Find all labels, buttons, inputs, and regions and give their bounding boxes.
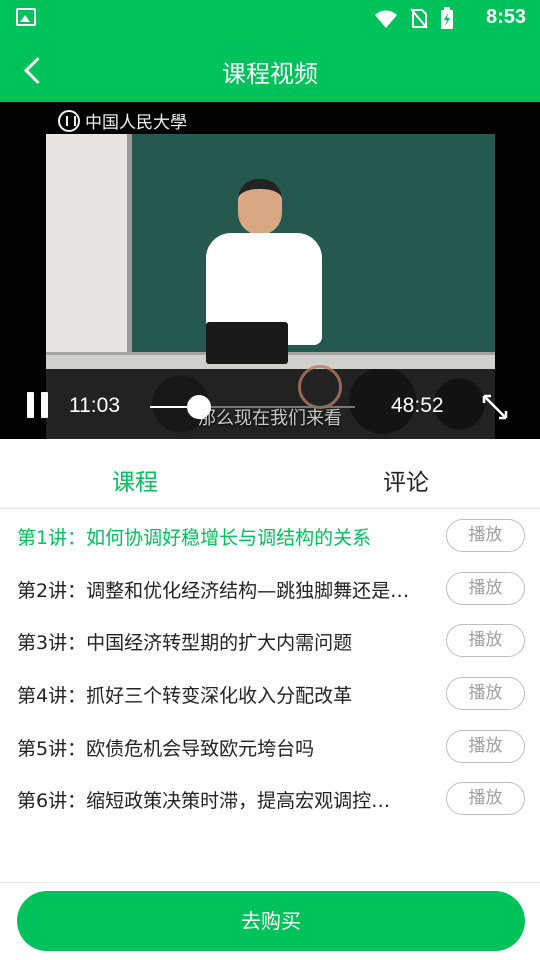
classroom-wall [46, 134, 132, 354]
university-watermark: 中国人民大學 [58, 108, 187, 133]
no-sim-icon [410, 8, 428, 29]
laptop [206, 322, 288, 364]
lesson-item-3[interactable]: 第3讲：中国经济转型期的扩大内需问题 播放 [0, 614, 540, 666]
current-time: 11:03 [69, 394, 120, 417]
play-button[interactable]: 播放 [446, 782, 525, 815]
lesson-title: 第3讲：中国经济转型期的扩大内需问题 [17, 632, 353, 654]
watermark-text: 中国人民大學 [85, 113, 187, 133]
seek-thumb[interactable] [187, 395, 212, 419]
lesson-title: 第6讲：缩短政策决策时滞，提高宏观调控… [17, 790, 391, 812]
player-controls: 11:03 48:52 [0, 384, 540, 428]
footer-divider [0, 882, 540, 883]
tab-comments[interactable]: 评论 [383, 463, 429, 497]
wifi-icon [375, 10, 397, 28]
status-time: 8:53 [485, 6, 526, 28]
lesson-title: 第5讲：欧债危机会导致欧元垮台吗 [17, 738, 315, 760]
fullscreen-button[interactable] [480, 392, 510, 422]
app-bar: 课程视频 [0, 36, 540, 102]
video-player[interactable]: 中国人民大學 那么现在我们来看 11:03 48:52 [0, 102, 540, 439]
play-button[interactable]: 播放 [446, 572, 525, 605]
tab-course[interactable]: 课程 [112, 463, 158, 497]
status-bar: 8:53 [0, 0, 540, 36]
university-seal-icon [58, 109, 80, 132]
status-icons [374, 7, 454, 30]
lesson-item-4[interactable]: 第4讲：抓好三个转变深化收入分配改革 播放 [0, 667, 540, 719]
page-title: 课程视频 [222, 60, 318, 88]
gallery-icon [16, 8, 36, 26]
lesson-title: 第4讲：抓好三个转变深化收入分配改革 [17, 685, 353, 707]
play-button[interactable]: 播放 [446, 730, 525, 763]
total-time: 48:52 [391, 394, 444, 417]
fullscreen-icon [482, 394, 508, 420]
lesson-title: 第2讲：调整和优化经济结构—跳独脚舞还是… [17, 580, 410, 602]
play-button[interactable]: 播放 [446, 677, 525, 710]
pause-button[interactable] [25, 392, 50, 420]
play-button[interactable]: 播放 [446, 519, 525, 552]
seek-bar[interactable] [150, 395, 355, 419]
lesson-item-1[interactable]: 第1讲：如何协调好稳增长与调结构的关系 播放 [0, 509, 540, 561]
course-tabs: 课程 评论 [0, 439, 540, 509]
battery-charging-icon [441, 7, 453, 29]
lesson-item-2[interactable]: 第2讲：调整和优化经济结构—跳独脚舞还是… 播放 [0, 562, 540, 614]
lesson-item-6[interactable]: 第6讲：缩短政策决策时滞，提高宏观调控… 播放 [0, 772, 540, 824]
play-button[interactable]: 播放 [446, 624, 525, 657]
buy-button[interactable]: 去购买 [17, 891, 525, 951]
lesson-item-5[interactable]: 第5讲：欧债危机会导致欧元垮台吗 播放 [0, 720, 540, 772]
lesson-title: 第1讲：如何协调好稳增长与调结构的关系 [17, 527, 372, 549]
